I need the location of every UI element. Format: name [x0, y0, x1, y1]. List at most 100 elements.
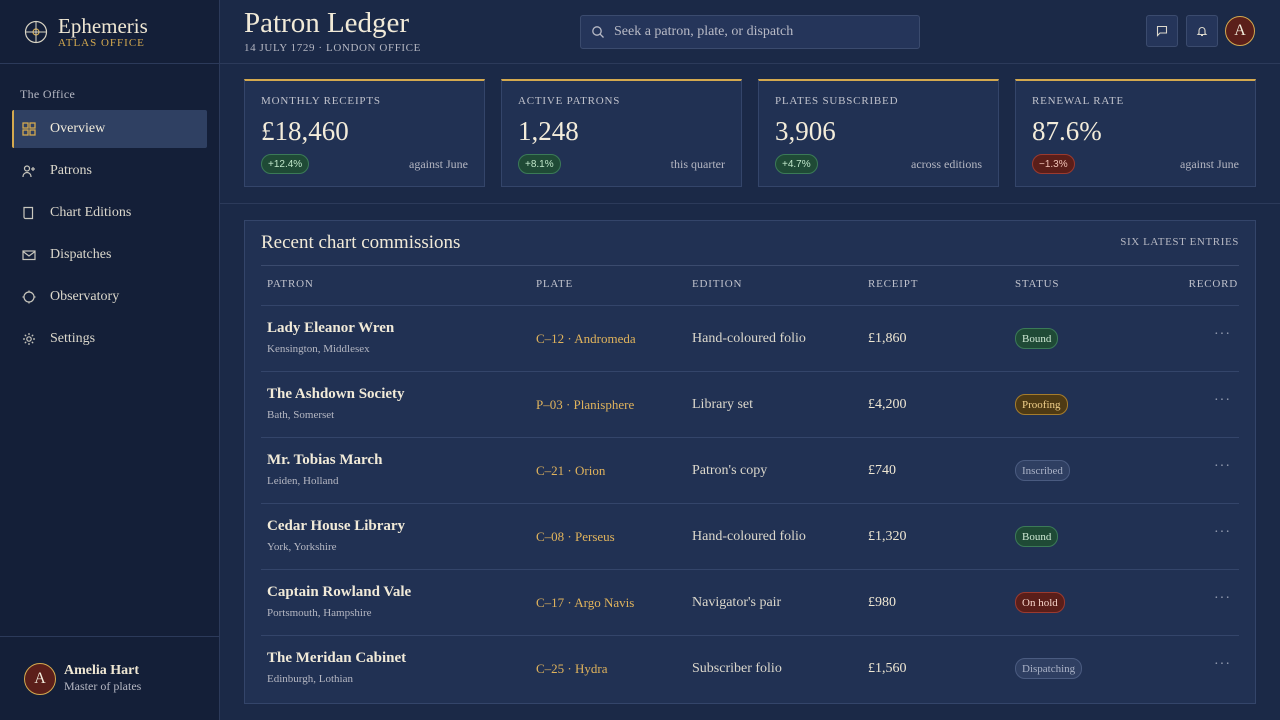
book-icon — [20, 204, 38, 222]
stat-label: PLATES SUBSCRIBED — [775, 95, 899, 107]
stat-card-active-patrons: ACTIVE PATRONS 1,248 +8.1% this quarter — [501, 79, 742, 187]
sidebar-item-overview[interactable]: Overview — [12, 110, 207, 148]
sidebar-item-observatory[interactable]: Observatory — [12, 278, 207, 316]
receipt-amount: £740 — [868, 463, 896, 478]
table-row[interactable]: The Ashdown Society Bath, Somerset P–03 · … — [261, 372, 1239, 438]
plate-link[interactable]: C–12 · Andromeda — [536, 331, 636, 347]
notifications-button[interactable] — [1186, 15, 1218, 47]
panel-rule — [261, 265, 1239, 266]
edition: Library set — [692, 397, 754, 412]
receipt-amount: £4,200 — [868, 397, 907, 412]
sidebar-item-settings[interactable]: Settings — [12, 320, 207, 358]
more-icon[interactable]: ··· — [1214, 657, 1231, 673]
commissions-panel: Recent chart commissions SIX LATEST ENTR… — [244, 220, 1256, 704]
edition: Patron's copy — [692, 463, 768, 478]
more-icon[interactable]: ··· — [1214, 327, 1231, 343]
gear-icon — [20, 330, 38, 348]
edition: Hand-coloured folio — [692, 529, 806, 544]
patron-name: The Meridan Cabinet — [267, 650, 407, 666]
stat-card-monthly-receipts: MONTHLY RECEIPTS £18,460 +12.4% against … — [244, 79, 485, 187]
table-row[interactable]: The Meridan Cabinet Edinburgh, Lothian C–2… — [261, 636, 1239, 702]
header-avatar[interactable]: A — [1225, 16, 1255, 46]
receipt-amount: £980 — [868, 595, 896, 610]
stat-delta-badge: +4.7% — [775, 154, 818, 174]
status-badge: Proofing — [1015, 394, 1068, 415]
receipt-amount: £1,560 — [868, 661, 907, 676]
sidebar-item-dispatches[interactable]: Dispatches — [12, 236, 207, 274]
stat-label: MONTHLY RECEIPTS — [261, 95, 381, 107]
table-row[interactable]: Lady Eleanor Wren Kensington, Middlesex C–… — [261, 306, 1239, 372]
plate-link[interactable]: C–08 · Perseus — [536, 529, 615, 545]
stat-value: £18,460 — [261, 116, 349, 146]
stat-label: ACTIVE PATRONS — [518, 95, 621, 107]
column-header-receipt[interactable]: RECEIPT — [868, 278, 918, 290]
stat-value: 3,906 — [775, 116, 836, 146]
plate-link[interactable]: C–25 · Hydra — [536, 661, 608, 677]
more-icon[interactable]: ··· — [1214, 393, 1231, 409]
nav-section-label: The Office — [20, 87, 76, 101]
sidebar-item-patrons[interactable]: Patrons — [12, 152, 207, 190]
sidebar-item-chart-editions[interactable]: Chart Editions — [12, 194, 207, 232]
page-title: Patron Ledger — [244, 7, 410, 39]
stat-label: RENEWAL RATE — [1032, 95, 1124, 107]
user-profile[interactable]: A Amelia Hart Master of plates — [0, 636, 219, 720]
status-badge: Dispatching — [1015, 658, 1083, 679]
column-header-patron[interactable]: PATRON — [267, 278, 314, 290]
stat-value: 87.6% — [1032, 116, 1102, 146]
panel-title: Recent chart commissions — [261, 232, 461, 253]
page-subtitle: 14 JULY 1729 · LONDON OFFICE — [244, 42, 421, 54]
more-icon[interactable]: ··· — [1214, 459, 1231, 475]
patron-name: Lady Eleanor Wren — [267, 320, 395, 336]
stat-value: 1,248 — [518, 116, 579, 146]
stat-card-renewal-rate: RENEWAL RATE 87.6% −1.3% against June — [1015, 79, 1256, 187]
bell-icon — [1196, 27, 1208, 37]
more-icon[interactable]: ··· — [1214, 525, 1231, 541]
sidebar-item-label: Patrons — [50, 163, 92, 178]
stat-delta-badge: +12.4% — [261, 154, 310, 174]
status-badge: Bound — [1015, 526, 1059, 547]
patron-name: Mr. Tobias March — [267, 452, 383, 468]
stat-delta-badge: +8.1% — [518, 154, 561, 174]
status-badge: On hold — [1015, 592, 1065, 613]
crosshair-icon — [20, 288, 38, 306]
table-row[interactable]: Cedar House Library York, Yorkshire C–08 ·… — [261, 504, 1239, 570]
patron-name: The Ashdown Society — [267, 386, 405, 402]
sidebar-item-label: Settings — [50, 331, 96, 346]
panel-meta: SIX LATEST ENTRIES — [1120, 236, 1239, 248]
column-header-status[interactable]: STATUS — [1015, 278, 1059, 290]
plate-link[interactable]: C–17 · Argo Navis — [536, 595, 634, 611]
patron-name: Cedar House Library — [267, 518, 406, 534]
column-header-edition[interactable]: EDITION — [692, 278, 742, 290]
user-role: Master of plates — [64, 679, 142, 693]
patron-location: Edinburgh, Lothian — [267, 673, 353, 685]
sidebar-item-label: Observatory — [50, 289, 120, 304]
patron-location: Bath, Somerset — [267, 409, 335, 421]
user-add-icon — [20, 162, 38, 180]
messages-button[interactable] — [1146, 15, 1178, 47]
status-badge: Bound — [1015, 328, 1059, 349]
stat-note: against June — [409, 157, 468, 171]
search-box[interactable] — [580, 15, 920, 49]
header: Patron Ledger 14 JULY 1729 · LONDON OFFI… — [220, 0, 1280, 64]
search-input[interactable] — [614, 24, 904, 40]
column-header-record: RECORD — [1188, 278, 1238, 290]
patron-location: Kensington, Middlesex — [267, 343, 370, 355]
plate-link[interactable]: P–03 · Planisphere — [536, 397, 634, 413]
stat-note: across editions — [911, 157, 982, 171]
status-badge: Inscribed — [1015, 460, 1070, 481]
plate-link[interactable]: C–21 · Orion — [536, 463, 605, 479]
stat-card-plates-subscribed: PLATES SUBSCRIBED 3,906 +4.7% across edi… — [758, 79, 999, 187]
patron-location: Portsmouth, Hampshire — [267, 607, 372, 619]
patron-location: York, Yorkshire — [267, 541, 337, 553]
compass-logo-icon — [24, 20, 48, 43]
more-icon[interactable]: ··· — [1214, 591, 1231, 607]
receipt-amount: £1,860 — [868, 331, 907, 346]
section-divider — [220, 203, 1280, 204]
column-header-plate[interactable]: PLATE — [536, 278, 573, 290]
table-row[interactable]: Captain Rowland Vale Portsmouth, Hampshir… — [261, 570, 1239, 636]
brand[interactable]: Ephemeris ATLAS OFFICE — [0, 0, 219, 64]
grid-icon — [20, 120, 38, 138]
stat-delta-badge: −1.3% — [1032, 154, 1075, 174]
table-row[interactable]: Mr. Tobias March Leiden, Holland C–21 · Or… — [261, 438, 1239, 504]
mail-icon — [20, 246, 38, 264]
